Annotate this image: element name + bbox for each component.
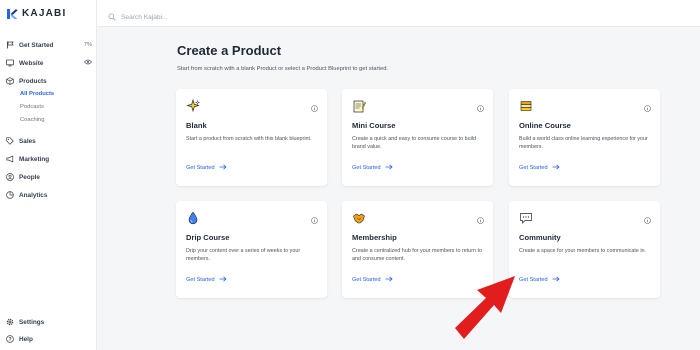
cta-label: Get Started — [352, 277, 381, 283]
sidebar-item-label: Sales — [19, 137, 36, 145]
product-card-blank[interactable]: Blank Start a product from scratch with … — [176, 89, 327, 186]
notepad-icon — [352, 99, 367, 113]
sidebar-item-analytics[interactable]: Analytics — [6, 191, 92, 199]
megaphone-icon — [6, 155, 14, 163]
sidebar-item-settings[interactable]: Settings — [6, 318, 92, 326]
main-content: Create a Product Start from scratch with… — [97, 27, 700, 350]
info-icon[interactable] — [644, 99, 651, 112]
sidebar-item-label: People — [19, 173, 40, 181]
sidebar-item-label: Analytics — [19, 191, 48, 199]
chart-icon — [6, 191, 14, 199]
sidebar-item-label: Website — [19, 59, 44, 67]
product-card-community[interactable]: Community Create a space for your member… — [509, 201, 660, 298]
arrow-right-icon — [219, 276, 227, 284]
get-started-link[interactable]: Get Started — [519, 276, 560, 284]
sidebar-item-people[interactable]: People — [6, 173, 92, 181]
page-subtitle: Start from scratch with a blank Product … — [177, 66, 389, 72]
sidebar-item-label: Get Started — [19, 41, 54, 49]
get-started-link[interactable]: Get Started — [186, 276, 227, 284]
product-card-membership[interactable]: Membership Create a centralized hub for … — [342, 201, 493, 298]
droplet-icon — [186, 211, 200, 225]
card-title: Online Course — [519, 121, 571, 130]
svg-text:?: ? — [8, 337, 11, 343]
sidebar-subitem-all-products[interactable]: All Products — [20, 91, 54, 97]
eye-icon[interactable] — [84, 59, 92, 67]
sidebar-item-website[interactable]: Website — [6, 59, 92, 67]
box-icon — [6, 77, 14, 85]
cta-label: Get Started — [519, 277, 548, 283]
cta-label: Get Started — [186, 277, 215, 283]
card-title: Blank — [186, 121, 207, 130]
get-started-link[interactable]: Get Started — [186, 164, 227, 172]
sidebar-item-label: Marketing — [19, 155, 50, 163]
sidebar-item-label: Help — [19, 335, 33, 343]
person-icon — [6, 173, 14, 181]
product-card-drip-course[interactable]: Drip Course Drip your content over a ser… — [176, 201, 327, 298]
get-started-link[interactable]: Get Started — [519, 164, 560, 172]
arrow-right-icon — [385, 276, 393, 284]
sidebar-item-label: Settings — [19, 318, 45, 326]
arrow-right-icon — [552, 164, 560, 172]
get-started-link[interactable]: Get Started — [352, 164, 393, 172]
tag-icon — [6, 137, 14, 145]
product-card-mini-course[interactable]: Mini Course Create a quick and easy to c… — [342, 89, 493, 186]
cta-label: Get Started — [352, 165, 381, 171]
card-title: Community — [519, 233, 561, 242]
monitor-icon — [6, 59, 14, 67]
gear-icon — [6, 318, 14, 326]
card-title: Drip Course — [186, 233, 230, 242]
handshake-icon — [352, 211, 366, 225]
arrow-right-icon — [385, 164, 393, 172]
card-description: Create a quick and easy to consume cours… — [352, 136, 477, 151]
sidebar: KAJABI Get Started 7% Website Products A… — [0, 0, 97, 350]
card-description: Start a product from scratch with this b… — [186, 136, 312, 142]
sidebar-item-help[interactable]: ? Help — [6, 335, 92, 343]
get-started-link[interactable]: Get Started — [352, 276, 393, 284]
sidebar-subitem-coaching[interactable]: Coaching — [20, 117, 45, 123]
kajabi-logo-icon — [6, 7, 18, 19]
card-description: Create a centralized hub for your member… — [352, 248, 483, 263]
sidebar-item-label: Products — [19, 77, 47, 85]
sidebar-item-products[interactable]: Products — [6, 77, 92, 85]
card-description: Drip your content over a series of weeks… — [186, 248, 301, 263]
sidebar-subitem-podcasts[interactable]: Podcasts — [20, 104, 44, 110]
card-title: Mini Course — [352, 121, 396, 130]
flag-icon — [6, 41, 14, 49]
sidebar-item-get-started[interactable]: Get Started 7% — [6, 41, 92, 49]
info-icon[interactable] — [644, 211, 651, 224]
search-bar[interactable]: Search Kajabi... — [108, 8, 168, 26]
sidebar-item-sales[interactable]: Sales — [6, 137, 92, 145]
kajabi-logo[interactable]: KAJABI — [6, 7, 66, 19]
info-icon[interactable] — [311, 99, 318, 112]
sparkle-icon — [186, 98, 201, 113]
books-icon — [519, 99, 533, 113]
card-title: Membership — [352, 233, 397, 242]
arrow-right-icon — [219, 164, 227, 172]
product-card-online-course[interactable]: Online Course Build a world class online… — [509, 89, 660, 186]
chat-icon — [519, 211, 533, 225]
progress-badge: 7% — [83, 42, 92, 48]
info-icon[interactable] — [477, 99, 484, 112]
help-icon: ? — [6, 335, 14, 343]
brand-name: KAJABI — [22, 7, 67, 19]
search-input[interactable]: Search Kajabi... — [121, 14, 168, 21]
search-icon — [108, 8, 116, 26]
arrow-right-icon — [552, 276, 560, 284]
page-title: Create a Product — [177, 43, 282, 58]
info-icon[interactable] — [477, 211, 484, 224]
cta-label: Get Started — [519, 165, 548, 171]
card-description: Build a world class online learning expe… — [519, 136, 648, 151]
card-description: Create a space for your members to commu… — [519, 248, 647, 254]
sidebar-item-marketing[interactable]: Marketing — [6, 155, 92, 163]
cta-label: Get Started — [186, 165, 215, 171]
info-icon[interactable] — [311, 211, 318, 224]
top-bar: Search Kajabi... — [97, 0, 700, 27]
